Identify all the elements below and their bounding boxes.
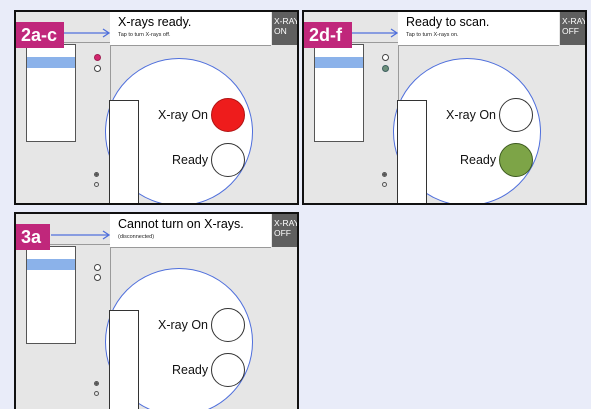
arrow-right-icon — [51, 230, 111, 240]
xray-toggle-button[interactable]: X-RAY OFF — [560, 12, 585, 45]
notification-title: Ready to scan. — [406, 15, 490, 29]
ready-led-icon — [382, 65, 389, 72]
xray-on-label: X-ray On — [446, 108, 497, 122]
device-indicator-bar — [27, 259, 75, 270]
ready-indicator-icon — [211, 143, 245, 177]
xray-on-indicator-icon — [211, 308, 245, 342]
xray-toggle-button[interactable]: X-RAY OFF — [272, 214, 297, 247]
small-indicator-icon — [94, 172, 99, 177]
ready-label: Ready — [172, 153, 209, 167]
panel-step-3a: Cannot turn on X-rays. (disconnected) X-… — [14, 212, 299, 409]
notification-title: X-rays ready. — [118, 15, 192, 29]
ready-led-icon — [94, 65, 101, 72]
xray-toggle-button[interactable]: X-RAY ON — [272, 12, 297, 45]
step-badge: 2d-f — [304, 22, 352, 48]
xray-on-label: X-ray On — [158, 108, 209, 122]
small-indicator-icon — [94, 182, 99, 187]
device-body — [26, 246, 76, 344]
ready-indicator-icon — [499, 143, 533, 177]
device-body — [26, 44, 76, 142]
xray-on-indicator-icon — [499, 98, 533, 132]
xray-led-icon — [94, 54, 101, 61]
notification-subtitle: (disconnected) — [118, 234, 155, 240]
device-edge-detail — [109, 310, 139, 409]
device-edge-detail — [397, 100, 427, 203]
xray-led-icon — [94, 264, 101, 271]
notification-subtitle: Tap to turn X-rays off. — [118, 32, 171, 38]
ready-led-icon — [94, 274, 101, 281]
small-indicator-icon — [94, 381, 99, 386]
xray-on-indicator-icon — [211, 98, 245, 132]
ready-label: Ready — [172, 363, 209, 377]
step-badge: 2a-c — [16, 22, 64, 48]
arrow-right-icon — [64, 28, 111, 38]
small-indicator-icon — [382, 172, 387, 177]
xray-on-label: X-ray On — [158, 318, 209, 332]
small-indicator-icon — [382, 182, 387, 187]
device-indicator-bar — [27, 57, 75, 68]
xray-led-icon — [382, 54, 389, 61]
step-badge: 3a — [16, 224, 50, 250]
panel-step-2a-c: X-rays ready. Tap to turn X-rays off. X-… — [14, 10, 299, 205]
device-body — [314, 44, 364, 142]
device-edge-detail — [109, 100, 139, 203]
notification-title: Cannot turn on X-rays. — [118, 217, 244, 231]
notification-subtitle: Tap to turn X-rays on. — [406, 32, 459, 38]
arrow-right-icon — [352, 28, 399, 38]
device-indicator-bar — [315, 57, 363, 68]
notification-banner[interactable]: Ready to scan. Tap to turn X-rays on. — [398, 12, 559, 46]
notification-banner[interactable]: X-rays ready. Tap to turn X-rays off. — [110, 12, 271, 46]
ready-label: Ready — [460, 153, 497, 167]
ready-indicator-icon — [211, 353, 245, 387]
notification-banner[interactable]: Cannot turn on X-rays. (disconnected) — [110, 214, 271, 248]
small-indicator-icon — [94, 391, 99, 396]
panel-step-2d-f: Ready to scan. Tap to turn X-rays on. X-… — [302, 10, 587, 205]
